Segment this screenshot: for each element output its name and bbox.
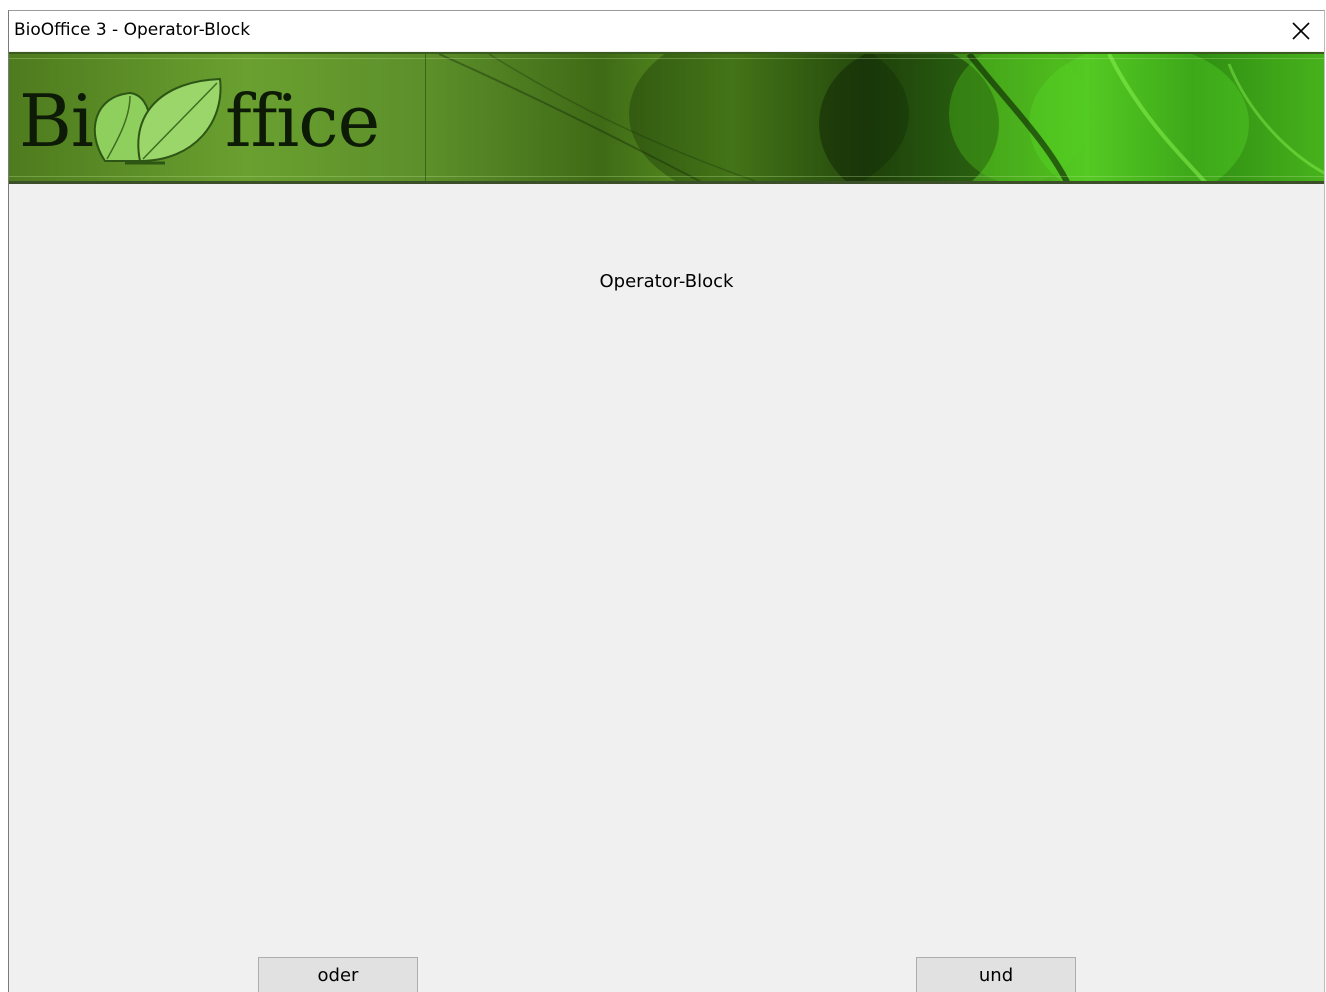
banner-border-bottom — [9, 176, 1324, 177]
logo-text-suffix: ffice — [224, 79, 380, 163]
window-title: BioOffice 3 - Operator-Block — [14, 20, 251, 40]
banner-divider — [425, 54, 426, 181]
leaf-icon — [93, 77, 222, 165]
header-banner: Bi ffice — [9, 52, 1324, 184]
page-title: Operator-Block — [599, 271, 734, 292]
banner-border-top — [9, 58, 1324, 59]
oder-button[interactable]: oder — [258, 957, 418, 992]
title-bar[interactable]: BioOffice 3 - Operator-Block — [9, 11, 1324, 51]
und-button[interactable]: und — [916, 957, 1076, 992]
close-button[interactable] — [1278, 11, 1324, 51]
dialog-window: BioOffice 3 - Operator-Block Bi ffice Op… — [8, 10, 1325, 992]
close-icon — [1292, 22, 1310, 40]
logo-text-prefix: Bi — [19, 79, 94, 163]
biooffice-logo: Bi ffice — [19, 66, 380, 176]
